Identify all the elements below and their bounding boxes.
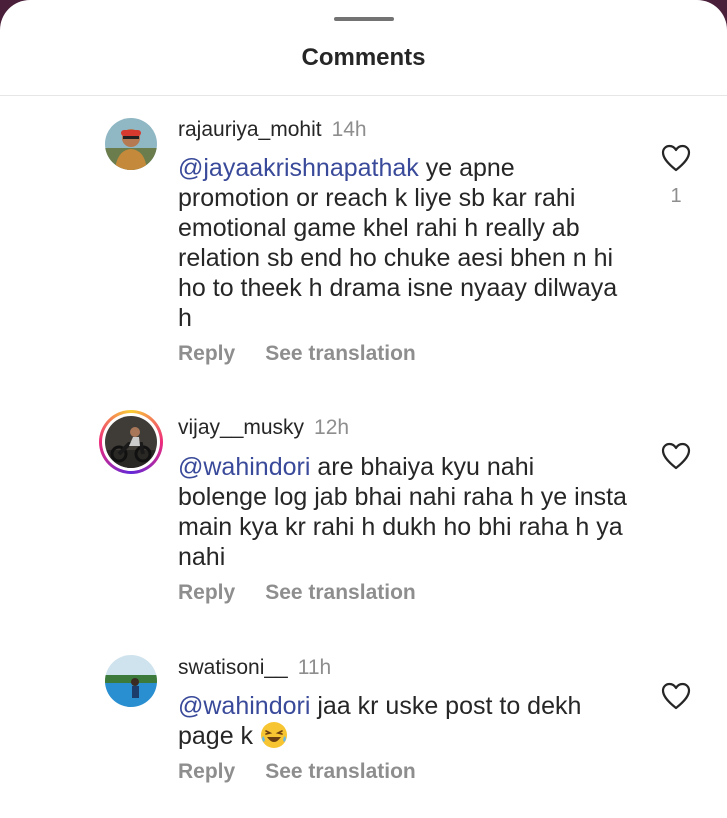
see-translation-button[interactable]: See translation xyxy=(265,760,416,783)
heart-outline-icon[interactable] xyxy=(661,442,691,470)
user-avatar-icon[interactable] xyxy=(105,655,157,707)
story-ring[interactable] xyxy=(99,410,163,474)
comment-actions: Reply See translation xyxy=(178,581,416,605)
comment-text: @wahindori jaa kr uske post to dekh page… xyxy=(178,691,628,751)
user-avatar-icon[interactable] xyxy=(105,118,157,170)
heart-outline-icon[interactable] xyxy=(661,682,691,710)
timestamp: 11h xyxy=(297,656,332,679)
username[interactable]: swatisoni__ xyxy=(178,656,288,679)
reply-button[interactable]: Reply xyxy=(178,760,235,783)
header-divider xyxy=(0,95,727,96)
mention-link[interactable]: @wahindori xyxy=(178,692,310,720)
see-translation-button[interactable]: See translation xyxy=(265,342,416,365)
drag-handle[interactable] xyxy=(334,17,394,21)
reply-button[interactable]: Reply xyxy=(178,581,235,604)
reply-button[interactable]: Reply xyxy=(178,342,235,365)
timestamp: 14h xyxy=(331,118,367,141)
mention-link[interactable]: @wahindori xyxy=(178,453,310,481)
see-translation-button[interactable]: See translation xyxy=(265,581,416,604)
username[interactable]: vijay__musky xyxy=(178,416,304,439)
username[interactable]: rajauriya_mohit xyxy=(178,118,322,141)
comment-meta: swatisoni__ 11h xyxy=(178,656,331,680)
comment-actions: Reply See translation xyxy=(178,760,416,784)
like-count: 1 xyxy=(670,185,682,207)
heart-outline-icon[interactable] xyxy=(661,144,691,172)
comment-meta: vijay__musky 12h xyxy=(178,416,349,440)
laughing-emoji-icon xyxy=(261,722,288,748)
sheet-title: Comments xyxy=(301,44,426,71)
comment-meta: rajauriya_mohit 14h xyxy=(178,118,367,142)
mention-link[interactable]: @jayaakrishnapathak xyxy=(178,154,419,182)
user-avatar-icon xyxy=(105,416,157,468)
timestamp: 12h xyxy=(314,416,350,439)
comments-sheet: Comments rajauriya_mohit 14h @jayaakrishn… xyxy=(0,0,727,818)
comment-text: @wahindori are bhaiya kyu nahi bolenge l… xyxy=(178,452,628,572)
comment-actions: Reply See translation xyxy=(178,342,416,366)
comment-text: @jayaakrishnapathak ye apne promotion or… xyxy=(178,153,628,333)
